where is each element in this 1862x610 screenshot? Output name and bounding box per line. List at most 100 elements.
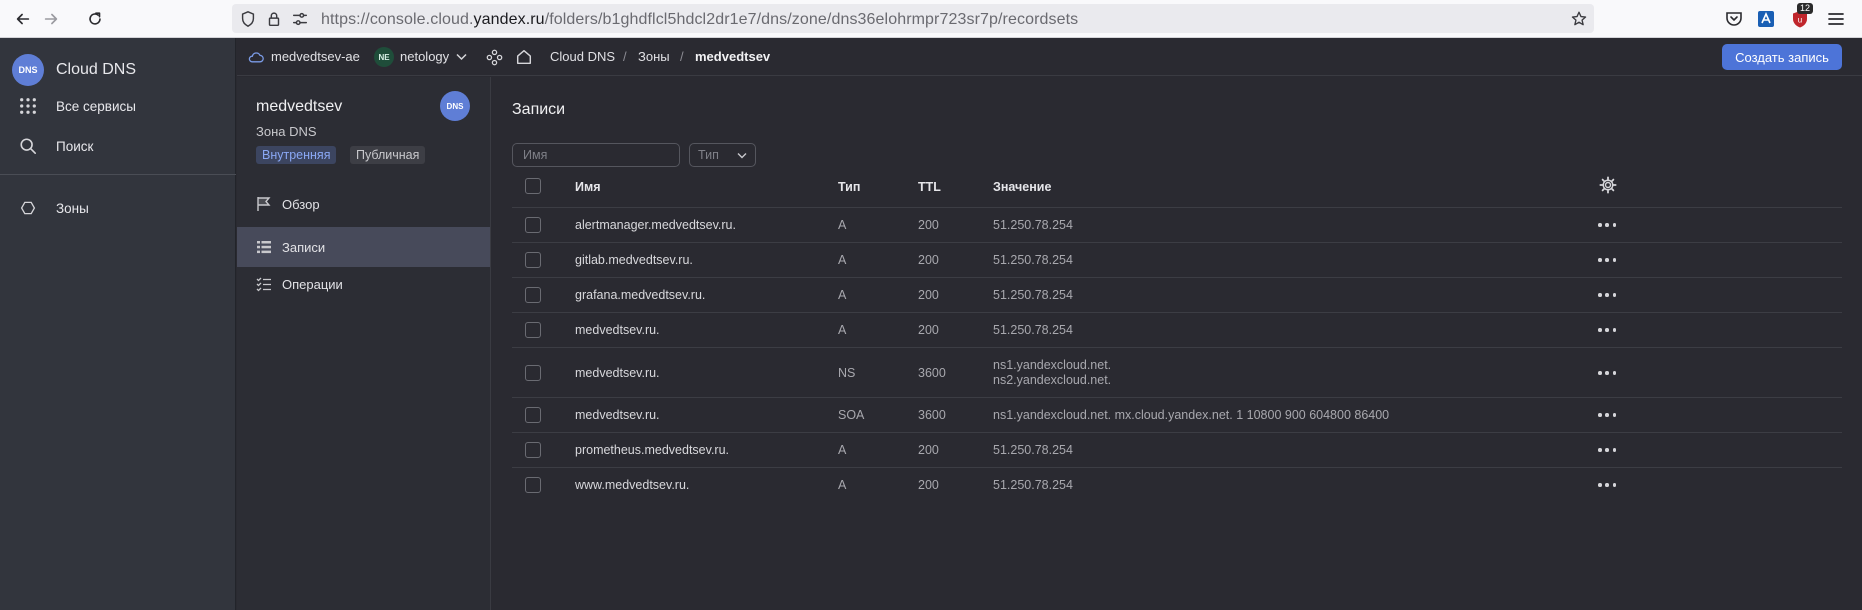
breadcrumb-zones[interactable]: Зоны xyxy=(638,49,670,64)
address-bar[interactable]: https://console.cloud.yandex.ru/folders/… xyxy=(232,4,1594,33)
nodes-icon[interactable] xyxy=(486,49,503,66)
table-row[interactable]: medvedtsev.ru. NS 3600 ns1.yandexcloud.n… xyxy=(512,348,1842,398)
folder-selector[interactable]: netology xyxy=(400,49,449,64)
subnav-item-overview[interactable]: Обзор xyxy=(237,187,490,221)
pocket-icon[interactable] xyxy=(1724,9,1744,29)
record-ttl: 200 xyxy=(918,443,939,457)
table-row[interactable]: medvedtsev.ru. SOA 3600 ns1.yandexcloud.… xyxy=(512,398,1842,433)
table-row[interactable]: www.medvedtsev.ru. A 200 51.250.78.254 xyxy=(512,468,1842,503)
more-actions-icon[interactable] xyxy=(1598,292,1616,298)
nav-all-services[interactable]: Все сервисы xyxy=(0,88,236,124)
more-actions-icon[interactable] xyxy=(1598,370,1616,376)
breadcrumb-service[interactable]: Cloud DNS xyxy=(550,49,615,64)
record-ttl: 200 xyxy=(918,288,939,302)
record-name: medvedtsev.ru. xyxy=(575,323,660,337)
more-actions-icon[interactable] xyxy=(1598,482,1616,488)
extension-translate-icon[interactable] xyxy=(1756,9,1776,29)
breadcrumb-current: medvedtsev xyxy=(695,49,771,64)
lock-icon[interactable] xyxy=(265,10,283,28)
record-name: www.medvedtsev.ru. xyxy=(575,478,690,492)
browser-toolbar: https://console.cloud.yandex.ru/folders/… xyxy=(0,0,1862,38)
more-actions-icon[interactable] xyxy=(1598,257,1616,263)
nav-search[interactable]: Поиск xyxy=(0,128,236,164)
table-row[interactable]: gitlab.medvedtsev.ru. A 200 51.250.78.25… xyxy=(512,243,1842,278)
record-type: SOA xyxy=(838,408,865,422)
table-row[interactable]: prometheus.medvedtsev.ru. A 200 51.250.7… xyxy=(512,433,1842,468)
record-value-line2: ns2.yandexcloud.net. xyxy=(993,373,1112,387)
page-title: Записи xyxy=(512,101,566,118)
row-checkbox[interactable] xyxy=(525,287,541,303)
more-actions-icon[interactable] xyxy=(1598,447,1616,453)
nav-zones-label: Зоны xyxy=(56,200,89,216)
bookmark-star-icon[interactable] xyxy=(1570,10,1588,28)
zone-sidebar: medvedtsev DNS Зона DNS Внутренняя Публи… xyxy=(237,77,491,610)
table-header: Имя Тип TTL Значение xyxy=(512,163,1842,208)
row-checkbox[interactable] xyxy=(525,322,541,338)
record-value: 51.250.78.254 xyxy=(993,253,1073,267)
record-type: A xyxy=(838,478,847,492)
list-icon xyxy=(257,241,271,254)
column-ttl[interactable]: TTL xyxy=(918,180,941,195)
table-row[interactable]: grafana.medvedtsev.ru. A 200 51.250.78.2… xyxy=(512,278,1842,313)
record-type: NS xyxy=(838,366,856,380)
column-value[interactable]: Значение xyxy=(993,180,1051,195)
cloud-icon xyxy=(248,52,264,63)
flag-icon xyxy=(257,197,271,211)
reload-button[interactable] xyxy=(84,8,106,30)
home-icon[interactable] xyxy=(515,48,533,66)
record-type: A xyxy=(838,443,847,457)
record-name: grafana.medvedtsev.ru. xyxy=(575,288,706,302)
select-all-checkbox[interactable] xyxy=(525,178,541,194)
cloud-selector[interactable]: medvedtsev-ae xyxy=(271,49,360,64)
row-checkbox[interactable] xyxy=(525,442,541,458)
gear-icon[interactable] xyxy=(1599,176,1617,194)
forward-button[interactable] xyxy=(40,8,62,30)
back-button[interactable] xyxy=(12,8,34,30)
row-checkbox[interactable] xyxy=(525,365,541,381)
url-text[interactable]: https://console.cloud.yandex.ru/folders/… xyxy=(321,11,1078,29)
record-value: 51.250.78.254 xyxy=(993,443,1073,457)
record-value: ns1.yandexcloud.net. mx.cloud.yandex.net… xyxy=(993,408,1390,422)
row-checkbox[interactable] xyxy=(525,252,541,268)
row-checkbox[interactable] xyxy=(525,217,541,233)
svg-text:u: u xyxy=(1798,16,1802,25)
more-actions-icon[interactable] xyxy=(1598,412,1616,418)
zone-avatar: DNS xyxy=(440,91,470,121)
column-name[interactable]: Имя xyxy=(575,180,601,195)
subnav-item-label: Записи xyxy=(282,239,326,255)
checklist-icon xyxy=(256,277,271,292)
record-name: alertmanager.medvedtsev.ru. xyxy=(575,218,736,232)
table-row[interactable]: medvedtsev.ru. A 200 51.250.78.254 xyxy=(512,313,1842,348)
grid-icon xyxy=(18,96,38,116)
record-name: medvedtsev.ru. xyxy=(575,366,660,380)
folder-avatar: NE xyxy=(374,47,394,67)
hamburger-menu-icon[interactable] xyxy=(1826,9,1846,29)
record-ttl: 3600 xyxy=(918,366,946,380)
more-actions-icon[interactable] xyxy=(1598,222,1616,228)
record-value: 51.250.78.254 xyxy=(993,323,1073,337)
shield-icon[interactable] xyxy=(239,10,257,28)
record-type: A xyxy=(838,253,847,267)
nav-search-label: Поиск xyxy=(56,138,94,154)
nav-zones[interactable]: Зоны xyxy=(0,190,236,226)
create-record-button[interactable]: Создать запись xyxy=(1722,44,1842,70)
row-checkbox[interactable] xyxy=(525,407,541,423)
record-type: A xyxy=(838,323,847,337)
type-filter-placeholder: Тип xyxy=(698,148,719,162)
table-row[interactable]: alertmanager.medvedtsev.ru. A 200 51.250… xyxy=(512,208,1842,243)
column-type[interactable]: Тип xyxy=(838,180,860,195)
chevron-down-icon[interactable] xyxy=(456,53,467,61)
record-ttl: 200 xyxy=(918,253,939,267)
subnav-item-operations[interactable]: Операции xyxy=(237,267,490,301)
nav-divider xyxy=(0,174,236,175)
more-actions-icon[interactable] xyxy=(1598,327,1616,333)
subnav-item-records[interactable]: Записи xyxy=(237,227,490,267)
record-ttl: 200 xyxy=(918,218,939,232)
record-type: A xyxy=(838,288,847,302)
record-name: prometheus.medvedtsev.ru. xyxy=(575,443,730,457)
permissions-icon[interactable] xyxy=(291,10,309,28)
dns-logo-icon: DNS xyxy=(12,54,44,86)
record-value: ns1.yandexcloud.net. xyxy=(993,358,1112,372)
row-checkbox[interactable] xyxy=(525,477,541,493)
app-header[interactable]: DNS Cloud DNS xyxy=(0,48,236,92)
